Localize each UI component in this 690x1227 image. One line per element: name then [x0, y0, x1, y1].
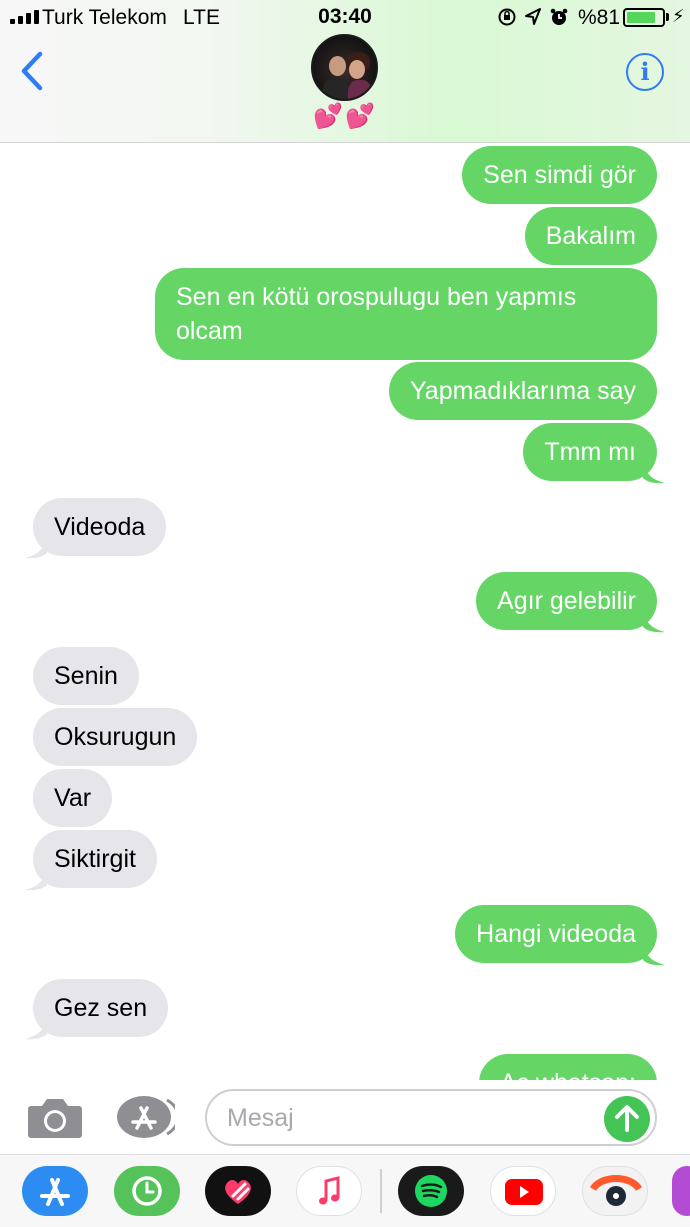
status-bar: Turk Telekom LTE 03:40 %81 ⚡ [0, 0, 690, 34]
camera-app-drawer-icon[interactable] [582, 1166, 648, 1216]
camera-icon [28, 1099, 82, 1138]
message-field [205, 1089, 657, 1146]
conversation-header: Turk Telekom LTE 03:40 %81 ⚡ 💕💕 i [0, 0, 690, 143]
message-list[interactable]: Sen simdi gör Bakalım Sen en kötü orospu… [0, 144, 690, 1080]
message-bubble-sent[interactable]: Ac whatsapı [478, 1054, 657, 1080]
more-apps-drawer-icon[interactable] [672, 1166, 690, 1216]
message-bubble-sent[interactable]: Bakalım [524, 207, 657, 265]
message-bubble-sent[interactable]: Tmm mı [523, 423, 657, 481]
rotation-lock-icon [498, 8, 516, 26]
info-button[interactable]: i [626, 53, 664, 91]
battery-icon [623, 8, 665, 27]
app-store-apps-button[interactable] [117, 1096, 180, 1138]
alarm-icon [550, 8, 568, 25]
message-input[interactable] [227, 1101, 597, 1136]
bubble-tail-received [25, 537, 47, 559]
compose-bar [0, 1080, 690, 1154]
message-bubble-received[interactable]: Oksurugun [33, 708, 198, 766]
message-bubble-received[interactable]: Siktirgit [33, 830, 157, 888]
bubble-tail-sent [643, 611, 665, 633]
info-icon: i [640, 57, 650, 86]
message-bubble-received[interactable]: Videoda [33, 498, 167, 556]
digital-touch-drawer-icon[interactable] [205, 1166, 271, 1216]
drawer-divider [380, 1169, 382, 1213]
app-store-drawer-icon[interactable] [22, 1166, 88, 1216]
message-bubble-sent[interactable]: Yapmadıklarıma say [388, 362, 657, 420]
battery-percentage: %81 [578, 6, 621, 29]
bubble-tail-received [25, 869, 47, 891]
message-bubble-sent[interactable]: Sen en kötü orospulugu ben yapmıs olcam [155, 268, 657, 360]
contact-avatar[interactable] [311, 34, 378, 101]
charging-bolt-icon: ⚡ [672, 6, 685, 26]
app-store-icon [117, 1096, 180, 1138]
send-button[interactable] [604, 1096, 650, 1142]
message-bubble-sent[interactable]: Agır gelebilir [476, 572, 657, 630]
arrow-up-icon [615, 1105, 639, 1132]
message-bubble-received[interactable]: Var [33, 769, 113, 827]
battery-level-fill [627, 12, 655, 23]
screen-time-drawer-icon[interactable] [114, 1166, 180, 1216]
message-bubble-received[interactable]: Gez sen [33, 979, 169, 1037]
bubble-tail-received [25, 1018, 47, 1040]
message-bubble-sent[interactable]: Hangi videoda [455, 905, 657, 963]
contact-name[interactable]: 💕💕 [0, 102, 690, 131]
chevron-left-icon [21, 51, 43, 91]
spotify-drawer-icon[interactable] [398, 1166, 464, 1216]
back-button[interactable] [16, 50, 50, 94]
status-icons [497, 7, 569, 27]
location-icon [525, 8, 541, 25]
youtube-drawer-icon[interactable] [490, 1166, 556, 1216]
message-bubble-sent[interactable]: Sen simdi gör [462, 146, 657, 204]
imessage-app-drawer [0, 1154, 690, 1227]
bubble-tail-sent [643, 462, 665, 484]
bubble-tail-sent [643, 944, 665, 966]
battery-cap [666, 13, 669, 21]
message-bubble-received[interactable]: Senin [33, 647, 139, 705]
music-drawer-icon[interactable] [296, 1166, 362, 1216]
camera-button[interactable] [27, 1094, 83, 1140]
